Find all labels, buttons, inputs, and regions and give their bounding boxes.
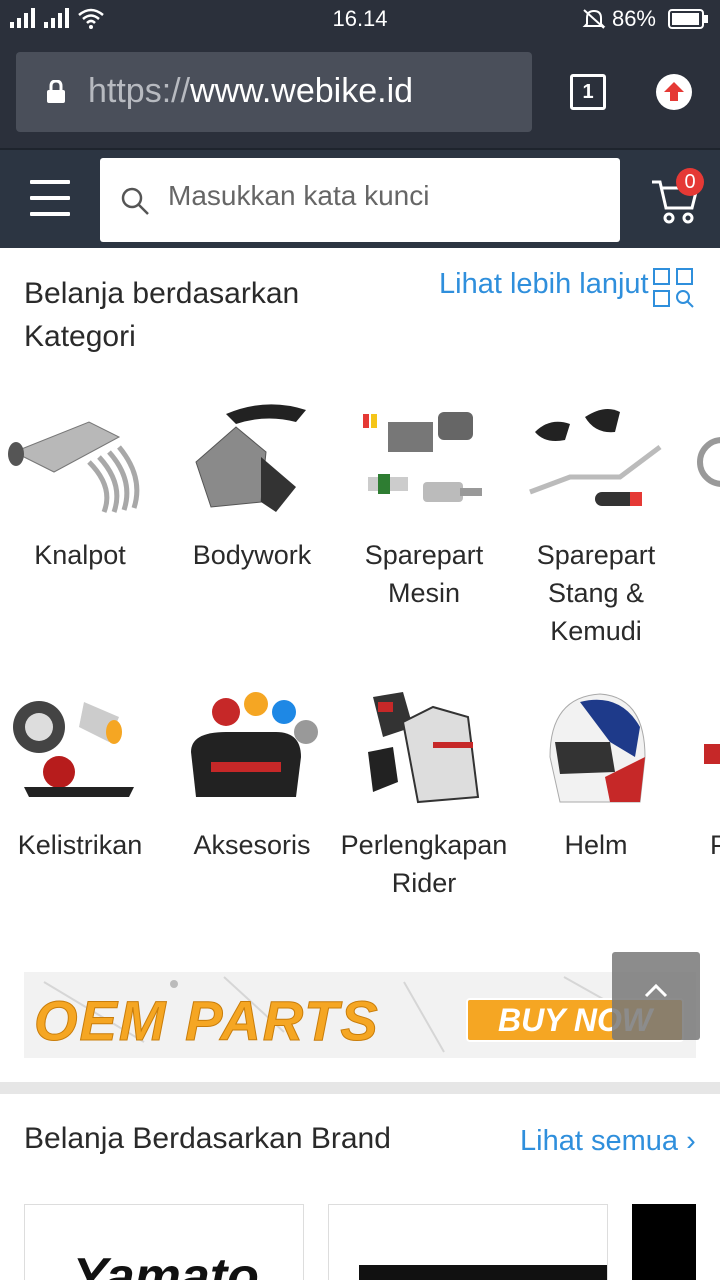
url-scheme: https:// xyxy=(88,72,191,110)
category-label: Sparepart Mesin xyxy=(364,540,484,608)
section-divider xyxy=(0,1082,720,1094)
address-bar[interactable]: https://www.webike.id xyxy=(16,52,532,132)
chevron-right-icon: › xyxy=(686,1125,696,1157)
brand-card[interactable] xyxy=(328,1204,608,1280)
notification-off-icon xyxy=(582,9,606,29)
partial-image xyxy=(682,392,720,532)
category-partial-right-2[interactable]: P xyxy=(682,682,720,864)
category-perlengkapan-rider[interactable]: Perlengkapan Rider xyxy=(338,682,510,902)
partial-category-image xyxy=(682,682,720,822)
rider-gear-image xyxy=(338,682,510,822)
hamburger-menu-button[interactable] xyxy=(30,180,70,216)
engine-parts-image xyxy=(338,392,510,532)
site-header: 0 xyxy=(0,148,720,248)
search-icon xyxy=(121,187,149,215)
url-text: https://www.webike.id xyxy=(88,72,413,111)
see-more-categories-link[interactable]: Lihat lebih lanjut xyxy=(439,268,649,301)
search-input[interactable] xyxy=(168,180,608,212)
handlebar-parts-image xyxy=(510,392,682,532)
brand-card[interactable]: Yamato xyxy=(24,1204,304,1280)
electrical-image xyxy=(0,682,166,822)
tab-switcher-button[interactable]: 1 xyxy=(570,74,606,110)
bodywork-image xyxy=(166,392,338,532)
see-all-label: Lihat semua xyxy=(520,1125,678,1157)
category-label: Kelistrikan xyxy=(17,830,143,860)
category-knalpot[interactable]: Knalpot xyxy=(0,392,166,574)
battery-percent: 86% xyxy=(611,6,656,31)
scroll-to-top-button[interactable] xyxy=(612,952,700,1040)
category-helm[interactable]: Helm xyxy=(510,682,682,864)
brand-card[interactable] xyxy=(632,1204,696,1280)
oem-banner-title: OEM PARTS xyxy=(34,989,380,1053)
exhaust-image xyxy=(0,392,166,532)
category-label: P xyxy=(710,830,720,860)
browser-toolbar: https://www.webike.id 1 xyxy=(0,36,720,148)
category-partial-right[interactable] xyxy=(682,392,720,532)
update-button[interactable] xyxy=(656,74,692,110)
category-sparepart-stang[interactable]: Sparepart Stang & Kemudi xyxy=(510,392,682,650)
url-host: www.webike.id xyxy=(190,72,414,110)
cart-count-badge: 0 xyxy=(676,168,704,196)
brand-section-title: Belanja Berdasarkan Brand xyxy=(24,1122,391,1155)
category-kelistrikan[interactable]: Kelistrikan xyxy=(0,682,166,864)
category-label: Aksesoris xyxy=(193,830,311,860)
menu-line xyxy=(30,196,70,200)
arrow-up-icon xyxy=(664,82,684,101)
chevron-up-icon xyxy=(644,983,668,998)
category-section-title: Belanja berdasarkan Kategori xyxy=(24,277,300,353)
battery-icon xyxy=(668,9,708,29)
brand-logo xyxy=(359,1265,607,1280)
category-sparepart-mesin[interactable]: Sparepart Mesin xyxy=(338,392,510,612)
helmet-image xyxy=(510,682,682,822)
lock-icon xyxy=(47,80,65,103)
category-label: Knalpot xyxy=(34,540,126,570)
menu-line xyxy=(30,212,70,216)
menu-line xyxy=(30,180,70,184)
grid-search-icon[interactable] xyxy=(653,268,695,308)
category-label: Bodywork xyxy=(192,540,312,570)
accessories-image xyxy=(166,682,338,822)
brand-logo-yamato: Yamato xyxy=(73,1248,259,1280)
see-all-brands-link[interactable]: Lihat semua › xyxy=(520,1125,696,1158)
search-box[interactable] xyxy=(100,158,620,242)
category-bodywork[interactable]: Bodywork xyxy=(166,392,338,574)
oem-parts-banner[interactable]: OEM PARTS BUY NOW xyxy=(24,972,696,1058)
category-aksesoris[interactable]: Aksesoris xyxy=(166,682,338,864)
category-label: Perlengkapan Rider xyxy=(340,830,508,898)
category-label: Sparepart Stang & Kemudi xyxy=(536,540,656,646)
status-bar: 16.14 86% xyxy=(0,0,720,36)
category-label: Helm xyxy=(564,830,628,860)
